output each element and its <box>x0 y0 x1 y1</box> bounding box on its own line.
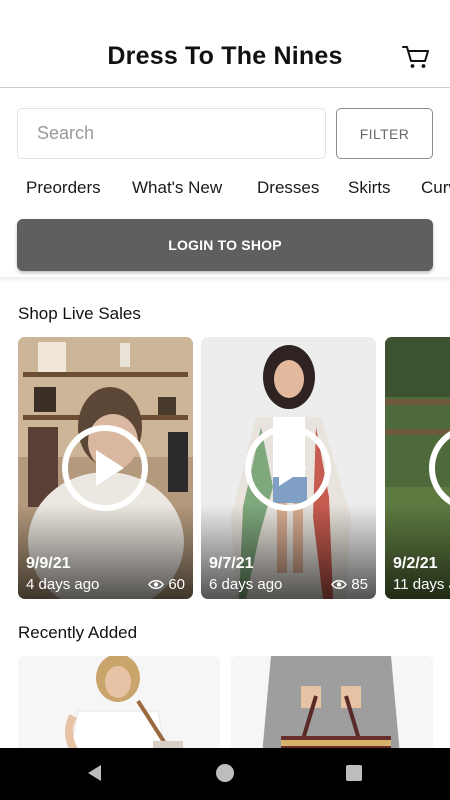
live-sale-date: 9/9/21 <box>26 555 71 572</box>
section-title-live: Shop Live Sales <box>18 304 141 323</box>
section-title-recent: Recently Added <box>18 623 138 642</box>
category-tab[interactable]: What's New <box>132 178 222 198</box>
search-input[interactable] <box>17 108 326 159</box>
product-card[interactable] <box>18 656 220 748</box>
live-sale-age: 4 days ago <box>26 576 100 593</box>
cart-icon[interactable] <box>402 44 430 70</box>
live-sale-date: 9/2/21 <box>393 555 438 572</box>
search-row: FILTER <box>17 108 433 160</box>
store-title: Dress To The Nines <box>107 42 343 70</box>
product-card[interactable] <box>231 656 433 748</box>
live-sale-card[interactable]: 9/2/21 11 days ago <box>385 337 450 599</box>
recent-apps-icon[interactable] <box>346 765 362 781</box>
category-tab[interactable]: Curvy <box>421 178 450 198</box>
section-divider <box>0 277 450 283</box>
view-count-value: 85 <box>351 576 368 593</box>
filter-button[interactable]: FILTER <box>336 108 433 159</box>
back-icon[interactable] <box>86 764 104 782</box>
login-to-shop-button[interactable]: LOGIN TO SHOP <box>17 219 433 271</box>
category-tab[interactable]: Skirts <box>348 178 391 198</box>
recently-added-list[interactable] <box>0 656 450 748</box>
live-sale-date: 9/7/21 <box>209 555 254 572</box>
eye-icon <box>148 580 165 589</box>
home-icon[interactable] <box>216 764 234 782</box>
view-count: 85 <box>331 576 368 593</box>
play-icon[interactable] <box>244 424 332 512</box>
play-icon[interactable] <box>428 424 450 512</box>
view-count: 60 <box>148 576 185 593</box>
live-sales-carousel[interactable]: 9/9/21 4 days ago 60 9/7/21 6 days ago 8… <box>0 337 450 599</box>
category-tab[interactable]: Dresses <box>257 178 319 198</box>
app-header: Dress To The Nines <box>0 0 450 88</box>
live-sale-age: 6 days ago <box>209 576 283 593</box>
live-sale-card[interactable]: 9/9/21 4 days ago 60 <box>18 337 193 599</box>
play-icon[interactable] <box>61 424 149 512</box>
product-image <box>18 656 220 748</box>
category-tab[interactable]: Preorders <box>26 178 101 198</box>
eye-icon <box>331 580 348 589</box>
view-count-value: 60 <box>168 576 185 593</box>
live-sale-age: 11 days ago <box>393 576 450 593</box>
product-image <box>231 656 433 748</box>
category-tabs: Preorders What's New Dresses Skirts Curv… <box>0 178 450 200</box>
live-sale-card[interactable]: 9/7/21 6 days ago 85 <box>201 337 376 599</box>
system-nav-bar <box>0 748 450 800</box>
